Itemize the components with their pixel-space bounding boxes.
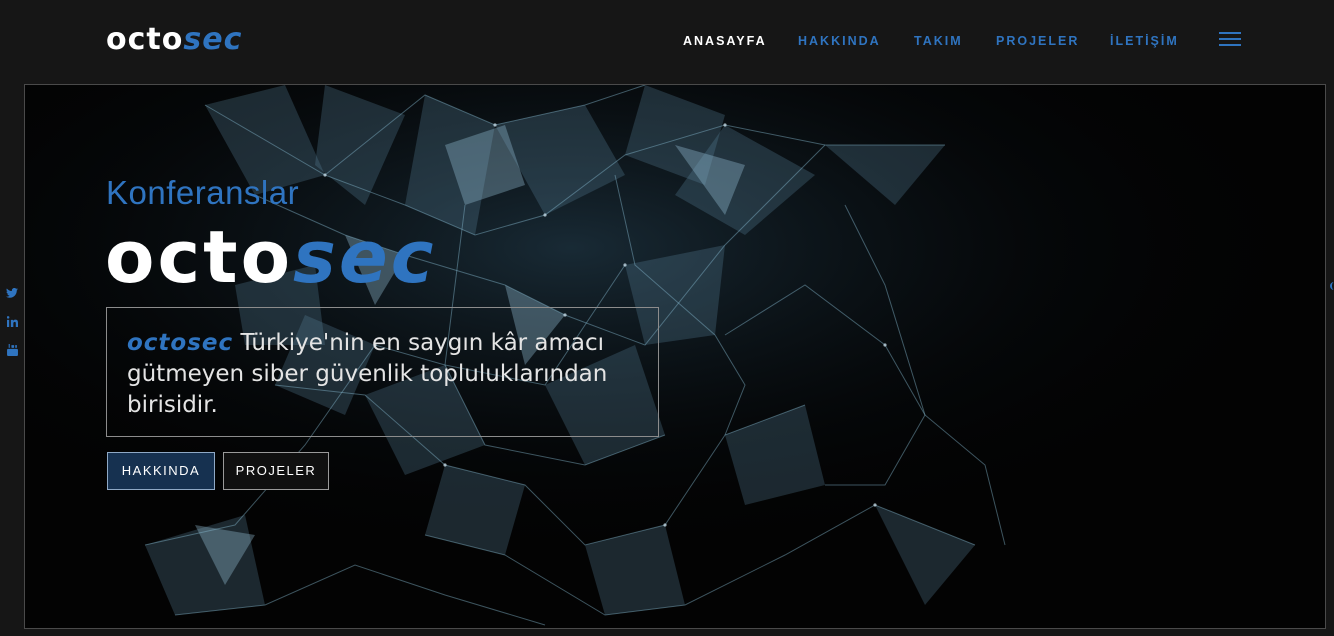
- hero-eyebrow: Konferanslar: [106, 174, 300, 211]
- hero-logo-part-sec: sec: [293, 215, 437, 299]
- hero-logo-part-octo: octo: [105, 215, 294, 299]
- twitter-icon[interactable]: [5, 287, 19, 302]
- hero-description: octosec Türkiye'nin en saygın kâr amacı …: [127, 328, 638, 421]
- description-brand: octosec: [127, 330, 234, 356]
- hakkinda-button[interactable]: HAKKINDA: [107, 452, 215, 490]
- youtube-icon[interactable]: [5, 344, 19, 358]
- nav-item-iletisim[interactable]: İLETİŞİM: [1110, 33, 1179, 49]
- hero-description-box: octosec Türkiye'nin en saygın kâr amacı …: [106, 307, 659, 437]
- nav-item-takim[interactable]: TAKIM: [914, 33, 963, 49]
- top-navbar: octosec ANASAYFA HAKKINDA TAKIM PROJELER…: [0, 0, 1334, 82]
- hero-section: Konferanslar octosec octosec Türkiye'nin…: [24, 84, 1326, 629]
- nav-item-anasayfa[interactable]: ANASAYFA: [683, 33, 767, 49]
- linkedin-icon[interactable]: [5, 316, 19, 330]
- hero-logo: octosec: [105, 217, 436, 297]
- nav-item-projeler[interactable]: PROJELER: [996, 33, 1079, 49]
- projeler-button[interactable]: PROJELER: [223, 452, 329, 490]
- main-nav: ANASAYFA HAKKINDA TAKIM PROJELER İLETİŞİ…: [0, 33, 1334, 49]
- social-links: [5, 287, 21, 372]
- nav-item-hakkinda[interactable]: HAKKINDA: [798, 33, 881, 49]
- edge-scroll-indicator[interactable]: [1330, 282, 1334, 290]
- hamburger-menu-icon[interactable]: [1219, 32, 1241, 48]
